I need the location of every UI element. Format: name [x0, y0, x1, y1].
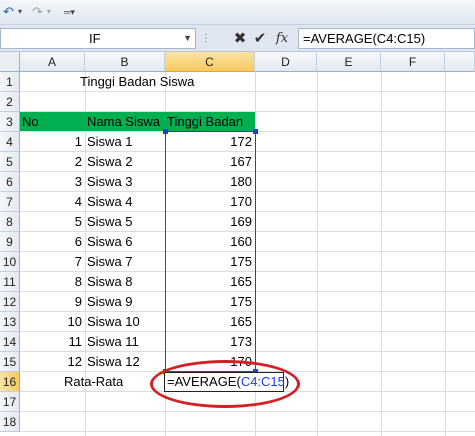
name-cell[interactable]: Siswa 9	[85, 292, 165, 312]
column-header-e[interactable]: E	[317, 52, 381, 72]
no-cell[interactable]: 12	[20, 352, 85, 372]
column-header-b[interactable]: B	[85, 52, 165, 72]
row-header-12[interactable]: 12	[0, 292, 20, 312]
row-header-8[interactable]: 8	[0, 212, 20, 232]
customize-icon[interactable]: ═▾	[64, 4, 75, 20]
range-handle[interactable]	[163, 129, 168, 134]
name-cell[interactable]: Siswa 6	[85, 232, 165, 252]
name-cell[interactable]: Siswa 5	[85, 212, 165, 232]
worksheet-grid[interactable]: A B C D E F 1 2 3 4 5 6 7 8 9 10 11 12 1…	[0, 52, 475, 436]
row-header-13[interactable]: 13	[0, 312, 20, 332]
formula-input[interactable]: =AVERAGE(C4:C15)	[298, 28, 475, 49]
gridline	[20, 431, 475, 432]
name-cell[interactable]: Siswa 10	[85, 312, 165, 332]
average-label-cell[interactable]: Rata-Rata	[62, 372, 152, 392]
enter-icon[interactable]: ✔	[252, 28, 268, 49]
gridline	[381, 72, 382, 436]
quick-access-toolbar: ↶ ▾ ↷ ▾ ═▾	[0, 0, 475, 25]
row-header-6[interactable]: 6	[0, 172, 20, 192]
row-header-5[interactable]: 5	[0, 152, 20, 172]
row-header-3[interactable]: 3	[0, 112, 20, 132]
no-cell[interactable]: 2	[20, 152, 85, 172]
row-header-1[interactable]: 1	[0, 72, 20, 92]
redo-dropdown-icon[interactable]: ▾	[47, 4, 51, 20]
header-no-cell[interactable]: No	[20, 112, 85, 132]
name-box-value: IF	[89, 31, 101, 46]
header-name-cell[interactable]: Nama Siswa	[85, 112, 165, 132]
no-cell[interactable]: 8	[20, 272, 85, 292]
row-header-10[interactable]: 10	[0, 252, 20, 272]
range-reference-box	[165, 131, 256, 372]
column-header-f[interactable]: F	[381, 52, 445, 72]
column-header-partial[interactable]	[445, 52, 475, 72]
no-cell[interactable]: 7	[20, 252, 85, 272]
row-header-7[interactable]: 7	[0, 192, 20, 212]
row-header-2[interactable]: 2	[0, 92, 20, 112]
undo-icon[interactable]: ↶	[3, 4, 14, 20]
row-header-15[interactable]: 15	[0, 352, 20, 372]
undo-dropdown-icon[interactable]: ▾	[18, 4, 22, 20]
column-header-a[interactable]: A	[20, 52, 85, 72]
no-cell[interactable]: 4	[20, 192, 85, 212]
formula-bar-handle-icon: ⋮	[201, 33, 211, 44]
chevron-down-icon[interactable]: ▼	[183, 29, 192, 48]
name-cell[interactable]: Siswa 12	[85, 352, 165, 372]
range-handle[interactable]	[253, 129, 258, 134]
select-all-corner[interactable]	[0, 52, 20, 72]
row-header-4[interactable]: 4	[0, 132, 20, 152]
name-cell[interactable]: Siswa 8	[85, 272, 165, 292]
no-cell[interactable]: 1	[20, 132, 85, 152]
sheet-title-cell[interactable]: Tinggi Badan Siswa	[78, 72, 248, 92]
column-header-c[interactable]: C	[165, 52, 255, 72]
row-header-11[interactable]: 11	[0, 272, 20, 292]
name-cell[interactable]: Siswa 2	[85, 152, 165, 172]
no-cell[interactable]: 3	[20, 172, 85, 192]
row-header-17[interactable]: 17	[0, 392, 20, 412]
gridline	[445, 72, 446, 436]
name-cell[interactable]: Siswa 11	[85, 332, 165, 352]
gridline	[317, 72, 318, 436]
cancel-icon[interactable]: ✖	[232, 28, 248, 49]
name-box[interactable]: IF ▼	[0, 28, 196, 49]
no-cell[interactable]: 11	[20, 332, 85, 352]
name-cell[interactable]: Siswa 1	[85, 132, 165, 152]
no-cell[interactable]: 6	[20, 232, 85, 252]
name-cell[interactable]: Siswa 3	[85, 172, 165, 192]
header-height-cell[interactable]: Tinggi Badan	[165, 112, 255, 132]
insert-function-button[interactable]: fx	[272, 28, 292, 49]
row-header-18[interactable]: 18	[0, 412, 20, 432]
annotation-ellipse	[150, 360, 300, 408]
row-header-16[interactable]: 16	[0, 372, 20, 392]
row-header-14[interactable]: 14	[0, 332, 20, 352]
no-cell[interactable]: 5	[20, 212, 85, 232]
no-cell[interactable]: 10	[20, 312, 85, 332]
formula-bar: IF ▼ ⋮ ✖ ✔ fx =AVERAGE(C4:C15)	[0, 25, 475, 52]
redo-icon[interactable]: ↷	[32, 4, 43, 20]
name-cell[interactable]: Siswa 7	[85, 252, 165, 272]
name-cell[interactable]: Siswa 4	[85, 192, 165, 212]
column-header-d[interactable]: D	[255, 52, 317, 72]
no-cell[interactable]: 9	[20, 292, 85, 312]
gridline	[20, 411, 475, 412]
row-header-9[interactable]: 9	[0, 232, 20, 252]
